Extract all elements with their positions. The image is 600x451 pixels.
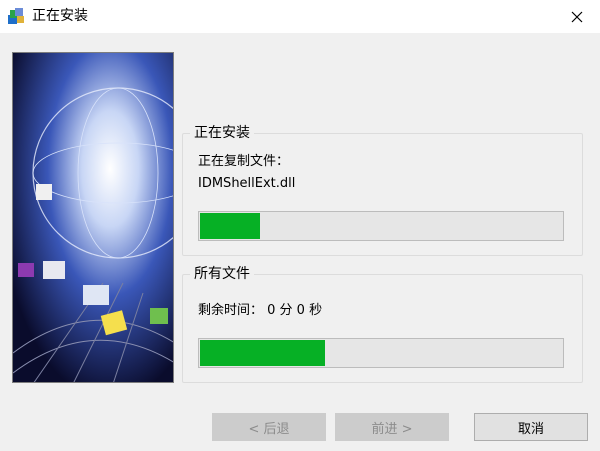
current-file-group-legend: 正在安装 xyxy=(190,124,254,142)
back-button[interactable]: < 后退 xyxy=(212,413,326,441)
cancel-button[interactable]: 取消 xyxy=(474,413,588,441)
all-files-group: 所有文件 剩余时间： 0 分 0 秒 xyxy=(182,265,583,383)
next-button[interactable]: 前进 > xyxy=(335,413,449,441)
current-file-progress-fill xyxy=(200,213,260,239)
current-file-name: IDMShellExt.dll xyxy=(198,176,296,191)
window-title: 正在安装 xyxy=(32,8,88,24)
all-files-group-legend: 所有文件 xyxy=(190,265,254,283)
copying-status-label: 正在复制文件： xyxy=(198,154,290,169)
remaining-time-label: 剩余时间： 0 分 0 秒 xyxy=(198,303,323,318)
current-file-group: 正在安装 正在复制文件： IDMShellExt.dll xyxy=(182,124,583,256)
all-files-progress-bar xyxy=(198,338,564,368)
installer-window: 正在安装 正在安装 正在复制文件： IDMShellExt.dll 所有文件 剩… xyxy=(0,0,600,451)
current-file-progress-bar xyxy=(198,211,564,241)
installer-app-icon xyxy=(8,8,24,24)
close-icon xyxy=(571,11,583,22)
close-button[interactable] xyxy=(554,0,600,33)
all-files-progress-fill xyxy=(200,340,326,366)
title-bar: 正在安装 xyxy=(0,0,600,33)
installer-side-image xyxy=(12,52,174,383)
